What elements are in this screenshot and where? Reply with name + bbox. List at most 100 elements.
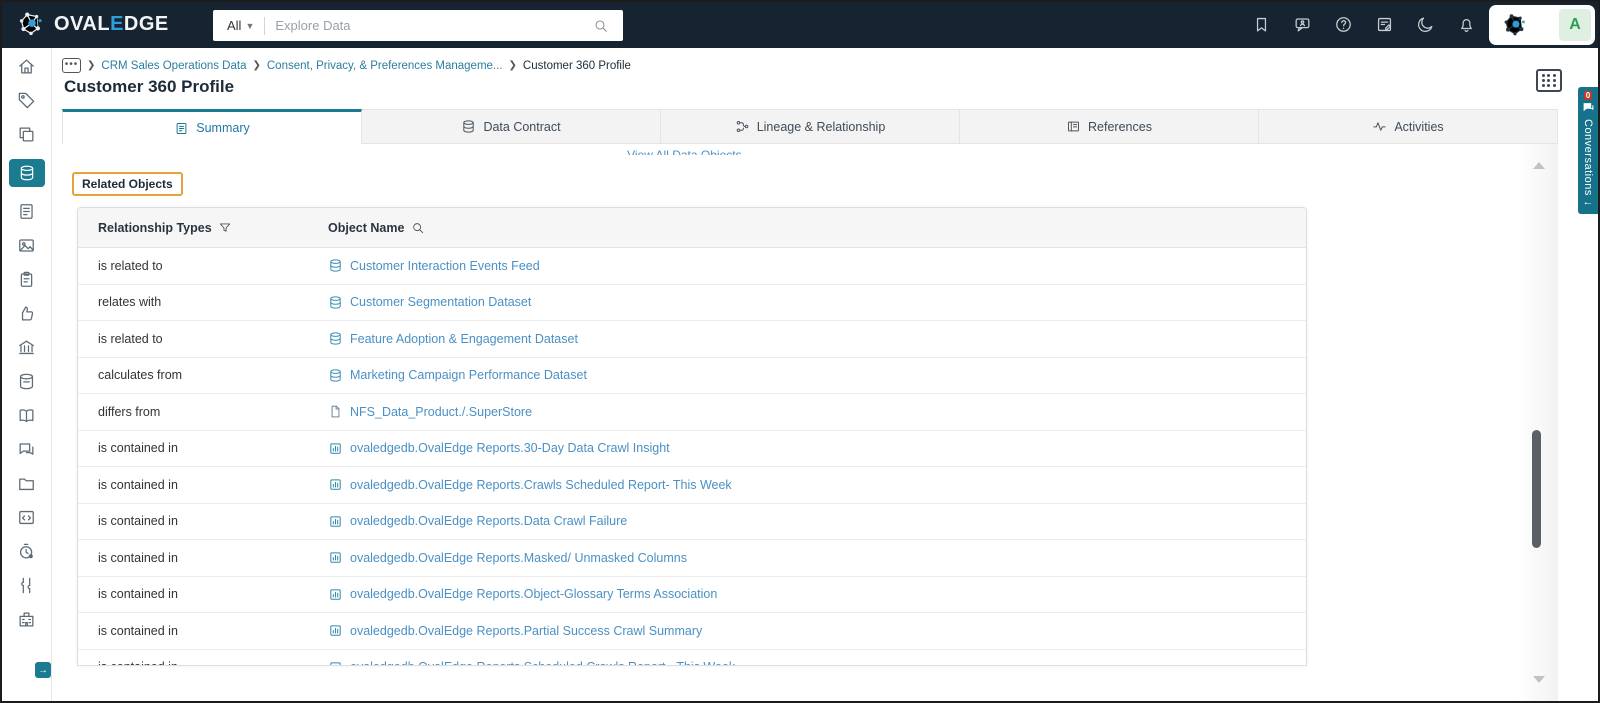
- tab-activities[interactable]: Activities: [1259, 109, 1558, 144]
- sidebar-item-notes[interactable]: [17, 202, 36, 221]
- search-icon[interactable]: [411, 221, 425, 235]
- table-row: is contained in ovaledgedb.OvalEdge Repor…: [78, 503, 1306, 540]
- scrollbar-down-arrow[interactable]: [1533, 676, 1545, 683]
- tab-lineage-relationship[interactable]: Lineage & Relationship: [661, 109, 960, 144]
- column-relationship-types: Relationship Types: [98, 220, 212, 235]
- tab-data-contract[interactable]: Data Contract: [362, 109, 661, 144]
- brand-name: OVALEDGE: [54, 12, 169, 35]
- sidebar-item-discussions[interactable]: [17, 440, 36, 459]
- table-row: calculates from Marketing Campaign Perfor…: [78, 357, 1306, 394]
- breadcrumb: ••• ❯ CRM Sales Operations Data ❯ Consent, …: [62, 58, 631, 73]
- object-link[interactable]: Marketing Campaign Performance Dataset: [350, 368, 587, 382]
- discussions-icon: [17, 440, 36, 459]
- table-row: is contained in ovaledgedb.OvalEdge Repor…: [78, 467, 1306, 504]
- notifications-icon[interactable]: [1457, 15, 1476, 34]
- account-pill[interactable]: A: [1489, 5, 1595, 45]
- avatar[interactable]: A: [1559, 9, 1591, 41]
- object-link[interactable]: NFS_Data_Product./.SuperStore: [350, 405, 532, 419]
- relationship-type: is contained in: [98, 587, 178, 602]
- table-row: is contained in ovaledgedb.OvalEdge Repor…: [78, 430, 1306, 467]
- search-icon[interactable]: [593, 18, 609, 34]
- object-link[interactable]: Customer Segmentation Dataset: [350, 295, 531, 309]
- object-link[interactable]: ovaledgedb.OvalEdge Reports.Crawls Sched…: [350, 478, 732, 492]
- relationship-type: is related to: [98, 331, 163, 346]
- media-icon: [17, 236, 36, 255]
- conversations-panel-tab[interactable]: 0 Conversations ←: [1578, 87, 1598, 214]
- view-all-data-objects-link[interactable]: View All Data Objects →: [77, 146, 1307, 155]
- chevron-right-icon: ❯: [508, 60, 517, 71]
- tab-references[interactable]: References: [960, 109, 1259, 144]
- sidebar-item-glossary-book[interactable]: [17, 406, 36, 425]
- object-link[interactable]: ovaledgedb.OvalEdge Reports.Scheduled Cr…: [350, 660, 735, 665]
- sidebar-item-tag[interactable]: [17, 91, 36, 110]
- breadcrumb-item[interactable]: CRM Sales Operations Data: [101, 60, 246, 72]
- table-row: is related to Feature Adoption & Engageme…: [78, 321, 1306, 358]
- dataset-icon: [328, 368, 343, 383]
- organization-icon: [17, 610, 36, 629]
- sidebar-item-organization[interactable]: [17, 610, 36, 629]
- scrollbar-up-arrow[interactable]: [1533, 162, 1545, 169]
- related-objects-table: Relationship Types Object Name is relate…: [77, 207, 1307, 666]
- breadcrumb-item[interactable]: Consent, Privacy, & Preferences Manageme…: [267, 60, 503, 72]
- tab-bar: Summary Data Contract Lineage & Relationsh…: [62, 109, 1558, 144]
- references-icon: [1066, 119, 1081, 134]
- object-link[interactable]: ovaledgedb.OvalEdge Reports.30-Day Data …: [350, 441, 670, 455]
- sidebar-item-data-stories[interactable]: [17, 372, 36, 391]
- table-row: differs from NFS_Data_Product./.SuperStor…: [78, 394, 1306, 431]
- conversations-title: Conversations: [1582, 119, 1594, 196]
- bookmark-icon[interactable]: [1252, 15, 1271, 34]
- sidebar-item-folder[interactable]: [17, 474, 36, 493]
- sidebar-item-home[interactable]: [17, 57, 36, 76]
- object-link[interactable]: Customer Interaction Events Feed: [350, 259, 540, 273]
- breadcrumb-item: Customer 360 Profile: [522, 59, 631, 72]
- scheduler-icon: [17, 542, 36, 561]
- column-object-name: Object Name: [328, 220, 405, 235]
- tab-label: Summary: [196, 121, 250, 135]
- table-row: is contained in ovaledgedb.OvalEdge Repor…: [78, 576, 1306, 613]
- collapse-arrow-icon: ←: [1582, 196, 1594, 208]
- tab-label: Lineage & Relationship: [756, 119, 886, 134]
- sidebar-item-tools[interactable]: [17, 576, 36, 595]
- scrollbar-thumb[interactable]: [1532, 430, 1541, 548]
- conversations-chat-icon: [1582, 101, 1595, 114]
- dataset-icon: [328, 295, 343, 310]
- search-input[interactable]: [265, 18, 593, 33]
- feedback-icon[interactable]: [1293, 15, 1312, 34]
- object-link[interactable]: ovaledgedb.OvalEdge Reports.Object-Gloss…: [350, 587, 717, 601]
- search-scope-dropdown[interactable]: All ▼: [213, 18, 264, 33]
- apps-grid-icon[interactable]: [1536, 69, 1562, 92]
- chevron-right-icon: ❯: [87, 60, 96, 71]
- object-link[interactable]: ovaledgedb.OvalEdge Reports.Data Crawl F…: [350, 514, 627, 528]
- dark-mode-icon[interactable]: [1416, 15, 1435, 34]
- expand-sidebar-button[interactable]: →: [35, 662, 51, 678]
- relationship-type: is contained in: [98, 477, 178, 492]
- sidebar-item-media[interactable]: [17, 236, 36, 255]
- release-notes-icon[interactable]: [1375, 15, 1394, 34]
- app-window: OVALEDGE All▼ A → ••• ❯ CRM Sales Operati…: [0, 0, 1600, 703]
- tools-icon: [17, 576, 36, 595]
- filter-icon[interactable]: [218, 221, 232, 235]
- sidebar-item-governance[interactable]: [17, 338, 36, 357]
- chevron-right-icon: ❯: [252, 60, 261, 71]
- sidebar-item-data-catalog[interactable]: [8, 159, 45, 187]
- sidebar-item-copy[interactable]: [17, 125, 36, 144]
- summary-icon: [174, 121, 189, 136]
- sidebar-item-scheduler[interactable]: [17, 542, 36, 561]
- related-objects-label: Related Objects: [72, 172, 183, 196]
- help-icon[interactable]: [1334, 15, 1353, 34]
- left-sidebar: [2, 48, 52, 701]
- tab-summary[interactable]: Summary: [62, 109, 362, 144]
- brand-logo[interactable]: OVALEDGE: [16, 9, 169, 39]
- folder-icon: [17, 474, 36, 493]
- sidebar-item-endorse[interactable]: [17, 304, 36, 323]
- sidebar-item-query-editor[interactable]: [17, 508, 36, 527]
- object-link[interactable]: ovaledgedb.OvalEdge Reports.Masked/ Unma…: [350, 551, 687, 565]
- governance-icon: [17, 338, 36, 357]
- object-link[interactable]: Feature Adoption & Engagement Dataset: [350, 332, 578, 346]
- breadcrumb-more-icon[interactable]: •••: [62, 58, 81, 73]
- object-link[interactable]: ovaledgedb.OvalEdge Reports.Partial Succ…: [350, 624, 702, 638]
- report-icon: [328, 623, 343, 638]
- report-icon: [328, 441, 343, 456]
- table-row: is contained in ovaledgedb.OvalEdge Repor…: [78, 613, 1306, 650]
- sidebar-item-clipboard[interactable]: [17, 270, 36, 289]
